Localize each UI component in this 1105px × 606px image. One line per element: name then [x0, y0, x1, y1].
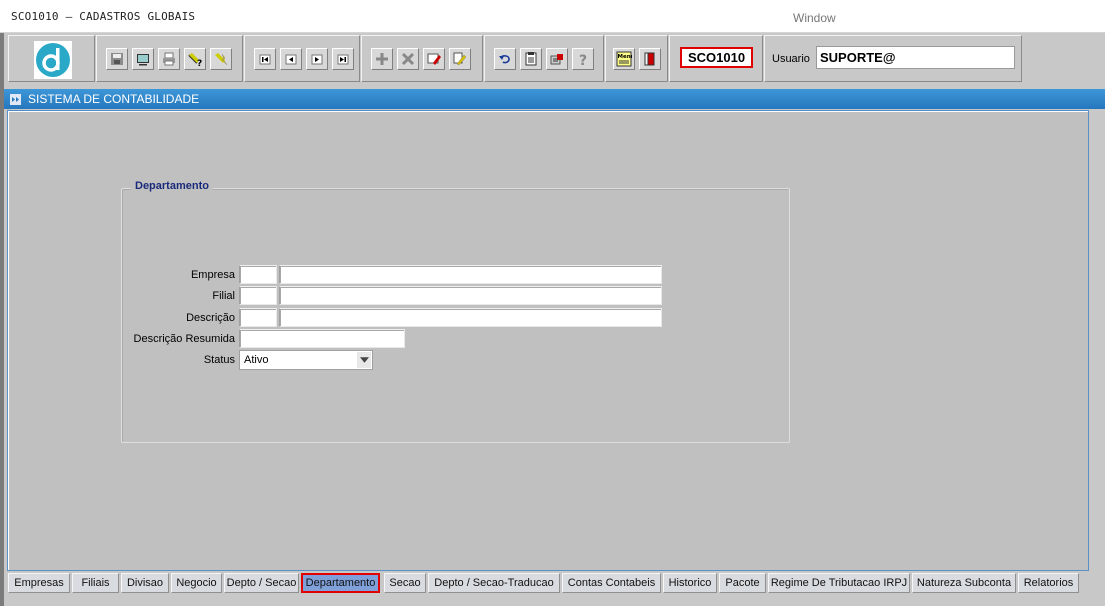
undo-icon — [499, 55, 510, 64]
edit-button[interactable] — [423, 48, 445, 70]
query-button[interactable]: ? — [184, 48, 206, 70]
toolbar-group-tools: ? — [484, 35, 604, 82]
delete-record-icon — [401, 52, 415, 66]
print-icon — [163, 52, 175, 66]
first-record-button[interactable] — [254, 48, 276, 70]
print-button[interactable] — [158, 48, 180, 70]
svg-text:Menu: Menu — [618, 54, 633, 60]
question-icon: ? — [579, 53, 587, 67]
toolbar-group-menu: Menu — [605, 35, 668, 82]
screen-icon — [137, 54, 149, 66]
descricao-resumida-field[interactable] — [239, 329, 405, 348]
menu-icon: Menu — [616, 51, 632, 67]
tab-filiais[interactable]: Filiais — [72, 573, 119, 593]
svg-text:?: ? — [579, 53, 587, 67]
tab-secao[interactable]: Secao — [384, 573, 426, 593]
tab-contas-contabeis[interactable]: Contas Contabeis — [562, 573, 661, 593]
title-bar: SCO1010 – CADASTROS GLOBAIS Window — [0, 0, 1105, 33]
filial-label: Filial — [212, 290, 235, 302]
empresa-label: Empresa — [190, 269, 235, 281]
tab-natureza-subconta[interactable]: Natureza Subconta — [912, 573, 1016, 593]
execute-query-button[interactable] — [210, 48, 232, 70]
help-button[interactable] — [546, 48, 568, 70]
exit-icon — [644, 52, 655, 66]
tab-depto-secao[interactable]: Depto / Secao — [224, 573, 299, 593]
app-header-bar: SISTEMA DE CONTABILIDADE — [4, 89, 1105, 109]
next-record-icon — [311, 54, 323, 65]
question-button[interactable]: ? — [572, 48, 594, 70]
toolbar-group-file: ? — [96, 35, 243, 82]
toolbar-group-records — [361, 35, 483, 82]
list-button[interactable] — [520, 48, 542, 70]
clear-icon — [453, 52, 467, 66]
tab-empresas[interactable]: Empresas — [8, 573, 70, 593]
tab-pacote[interactable]: Pacote — [719, 573, 766, 593]
window-title: SCO1010 – CADASTROS GLOBAIS — [11, 10, 196, 23]
user-field[interactable]: SUPORTE@ — [816, 46, 1015, 69]
chevron-down-icon[interactable] — [357, 352, 371, 368]
application-window: SCO1010 – CADASTROS GLOBAIS Window ? ? M… — [0, 0, 1105, 606]
descricao-label: Descrição — [186, 312, 235, 324]
left-border — [0, 33, 4, 606]
help-icon — [550, 54, 563, 65]
app-window-icon[interactable] — [10, 94, 21, 105]
descricao-code-field[interactable] — [239, 308, 277, 327]
descricao-resumida-label: Descrição Resumida — [133, 333, 235, 345]
previous-record-icon — [285, 54, 297, 65]
menu-button[interactable]: Menu — [613, 48, 635, 70]
status-select-value: Ativo — [244, 354, 269, 366]
filial-code-field[interactable] — [239, 286, 277, 305]
app-logo — [34, 41, 72, 79]
previous-record-button[interactable] — [280, 48, 302, 70]
descricao-field[interactable] — [279, 308, 662, 327]
tab-depto-secao-traducao[interactable]: Depto / Secao-Traducao — [428, 573, 560, 593]
save-icon — [111, 53, 123, 65]
window-menu[interactable]: Window — [793, 11, 836, 25]
tab-relatorios[interactable]: Relatorios — [1018, 573, 1079, 593]
save-button[interactable] — [106, 48, 128, 70]
form-code-display: SCO1010 — [680, 47, 753, 68]
insert-record-icon — [376, 53, 388, 65]
first-record-icon — [259, 54, 271, 65]
status-label: Status — [203, 354, 235, 366]
section-title: Departamento — [131, 180, 213, 192]
list-icon — [525, 52, 537, 66]
tab-negocio[interactable]: Negocio — [171, 573, 222, 593]
toolbar: ? ? Men SCO1010 Usuario SUPORTE@ — [8, 35, 1022, 82]
last-record-button[interactable] — [332, 48, 354, 70]
app-header-title: SISTEMA DE CONTABILIDADE — [28, 92, 200, 106]
status-select[interactable]: Ativo — [239, 350, 373, 370]
filial-name-field[interactable] — [279, 286, 662, 305]
next-record-button[interactable] — [306, 48, 328, 70]
execute-query-icon — [215, 53, 228, 66]
svg-text:?: ? — [197, 59, 202, 67]
logo-icon — [36, 43, 70, 77]
edit-icon — [427, 53, 441, 65]
empresa-name-field[interactable] — [279, 265, 662, 284]
tab-historico[interactable]: Historico — [663, 573, 717, 593]
clear-button[interactable] — [449, 48, 471, 70]
logo-group — [8, 35, 95, 82]
undo-button[interactable] — [494, 48, 516, 70]
user-label: Usuario — [772, 53, 810, 65]
insert-record-button[interactable] — [371, 48, 393, 70]
query-icon: ? — [188, 53, 202, 67]
toolbar-group-navigation — [244, 35, 360, 82]
last-record-icon — [337, 54, 349, 65]
tab-bar: Empresas Filiais Divisao Negocio Depto /… — [8, 573, 1105, 595]
empresa-code-field[interactable] — [239, 265, 277, 284]
tab-divisao[interactable]: Divisao — [121, 573, 169, 593]
exit-button[interactable] — [639, 48, 661, 70]
delete-record-button[interactable] — [397, 48, 419, 70]
screen-button[interactable] — [132, 48, 154, 70]
tab-departamento[interactable]: Departamento — [301, 573, 380, 593]
tab-regime-tributacao-irpj[interactable]: Regime De Tributacao IRPJ — [768, 573, 910, 593]
